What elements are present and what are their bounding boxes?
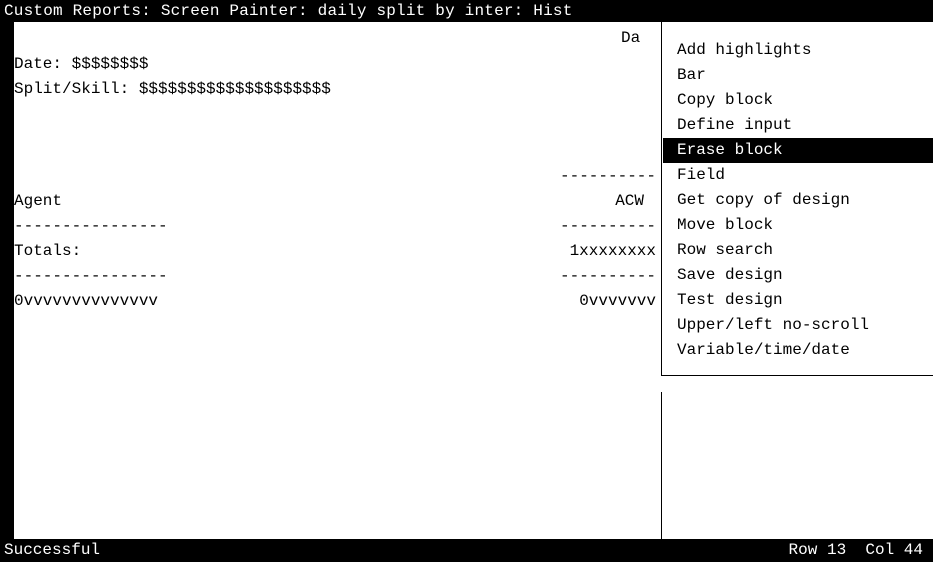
agent-column-label: Agent: [14, 192, 63, 210]
menu-item-add-highlights[interactable]: Add highlights: [663, 38, 933, 63]
header-dashes: ----------: [559, 167, 656, 185]
menu-item-copy-block[interactable]: Copy block: [663, 88, 933, 113]
menu-item-define-input[interactable]: Define input: [663, 113, 933, 138]
menu-item-erase-block[interactable]: Erase block: [663, 138, 933, 163]
agent-dashes: ----------------: [14, 217, 168, 235]
acw-column-label: ACW: [615, 192, 644, 210]
totals-dashes-right: ----------: [559, 267, 656, 285]
row-label: Row: [788, 541, 818, 559]
window-title: Custom Reports: Screen Painter: daily sp…: [0, 0, 933, 22]
acw-row-field: 0vvvvvvv: [579, 292, 656, 310]
cursor-position: Row 13 Col 44: [789, 539, 923, 562]
menu-item-save-design[interactable]: Save design: [663, 263, 933, 288]
menu-bottom-border: [662, 375, 933, 376]
menu-item-bar[interactable]: Bar: [663, 63, 933, 88]
truncated-heading: Da: [621, 29, 641, 47]
row-value: 13: [826, 541, 847, 559]
divider-line: [661, 392, 662, 539]
totals-dashes-left: ----------------: [14, 267, 168, 285]
totals-label: Totals:: [14, 242, 82, 260]
menu-item-variable-time-date[interactable]: Variable/time/date: [663, 338, 933, 363]
status-bar: Successful Row 13 Col 44: [0, 539, 933, 560]
col-value: 44: [903, 541, 923, 559]
col-label: Col: [865, 541, 895, 559]
menu-left-border: [661, 22, 662, 376]
menu-item-get-copy-of-design[interactable]: Get copy of design: [663, 188, 933, 213]
action-menu: Add highlights Bar Copy block Define inp…: [663, 38, 933, 363]
menu-item-upper-left-no-scroll[interactable]: Upper/left no-scroll: [663, 313, 933, 338]
report-canvas[interactable]: Da Date: $$$$$$$$ Split/Skill: $$$$$$$$$…: [14, 22, 933, 539]
menu-item-move-block[interactable]: Move block: [663, 213, 933, 238]
screen-painter-window: Custom Reports: Screen Painter: daily sp…: [0, 0, 933, 560]
totals-value-field: 1xxxxxxxx: [569, 242, 656, 260]
date-line: Date: $$$$$$$$: [14, 55, 149, 73]
menu-item-row-search[interactable]: Row search: [663, 238, 933, 263]
acw-dashes: ----------: [559, 217, 656, 235]
menu-item-test-design[interactable]: Test design: [663, 288, 933, 313]
status-message: Successful: [4, 541, 101, 559]
menu-item-field[interactable]: Field: [663, 163, 933, 188]
split-skill-line: Split/Skill: $$$$$$$$$$$$$$$$$$$$: [14, 80, 331, 98]
agent-row-field: 0vvvvvvvvvvvvvv: [14, 292, 159, 310]
